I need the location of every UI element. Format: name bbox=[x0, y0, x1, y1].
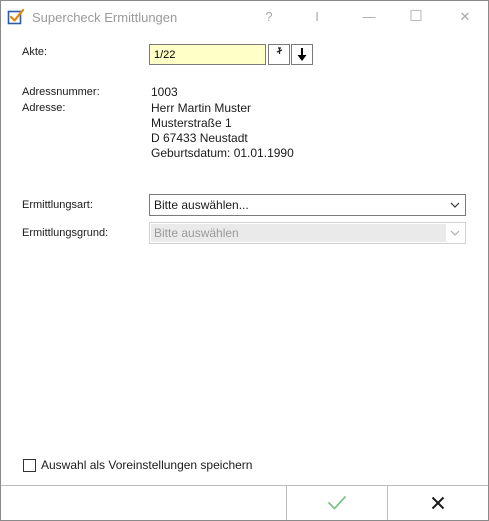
close-button[interactable]: ✕ bbox=[451, 6, 479, 28]
title-bar[interactable]: Supercheck Ermittlungen ? I — ☐ ✕ bbox=[1, 1, 488, 32]
maximize-button[interactable]: ☐ bbox=[402, 6, 430, 28]
save-defaults-checkbox[interactable] bbox=[23, 459, 36, 472]
arrow-down-icon bbox=[297, 48, 307, 61]
ok-button[interactable] bbox=[287, 486, 387, 520]
akte-search-button[interactable] bbox=[268, 44, 290, 65]
adresse-line-city: D 67433 Neustadt bbox=[151, 131, 248, 145]
cursor-icon: I bbox=[315, 9, 319, 24]
adresse-label: Adresse: bbox=[22, 102, 66, 114]
pin-icon bbox=[276, 47, 283, 54]
akte-label: Akte: bbox=[22, 46, 48, 58]
chevron-down-icon bbox=[450, 202, 460, 208]
ermittlungsgrund-select[interactable]: Bitte auswählen bbox=[149, 222, 466, 244]
adressnummer-label: Adressnummer: bbox=[22, 86, 100, 98]
ermittlungsgrund-label: Ermittlungsgrund: bbox=[22, 227, 109, 239]
checkmark-icon bbox=[328, 496, 346, 510]
adresse-line-street: Musterstraße 1 bbox=[151, 116, 232, 130]
ermittlungsart-selected-value: Bitte auswählen... bbox=[154, 198, 249, 212]
ermittlungsart-label: Ermittlungsart: bbox=[22, 199, 93, 211]
adressnummer-value: 1003 bbox=[151, 85, 178, 99]
chevron-down-icon bbox=[450, 230, 460, 236]
minimize-button[interactable]: — bbox=[355, 6, 383, 28]
akte-input[interactable]: 1/22 bbox=[149, 44, 266, 65]
adresse-line-name: Herr Martin Muster bbox=[151, 101, 252, 115]
window-title: Supercheck Ermittlungen bbox=[32, 10, 178, 25]
ermittlungsgrund-selected-value: Bitte auswählen bbox=[154, 226, 239, 240]
dialog-window: Supercheck Ermittlungen ? I — ☐ ✕ Akte: … bbox=[0, 0, 489, 521]
save-defaults-label[interactable]: Auswahl als Voreinstellungen speichern bbox=[41, 458, 252, 473]
adresse-line-birthdate: Geburtsdatum: 01.01.1990 bbox=[151, 146, 294, 160]
ermittlungsart-select[interactable]: Bitte auswählen... bbox=[149, 194, 466, 216]
cancel-button[interactable] bbox=[388, 486, 488, 520]
help-button[interactable]: ? bbox=[255, 6, 283, 28]
close-x-icon bbox=[431, 496, 445, 510]
checklist-app-icon bbox=[7, 8, 25, 25]
akte-down-button[interactable] bbox=[291, 44, 313, 65]
